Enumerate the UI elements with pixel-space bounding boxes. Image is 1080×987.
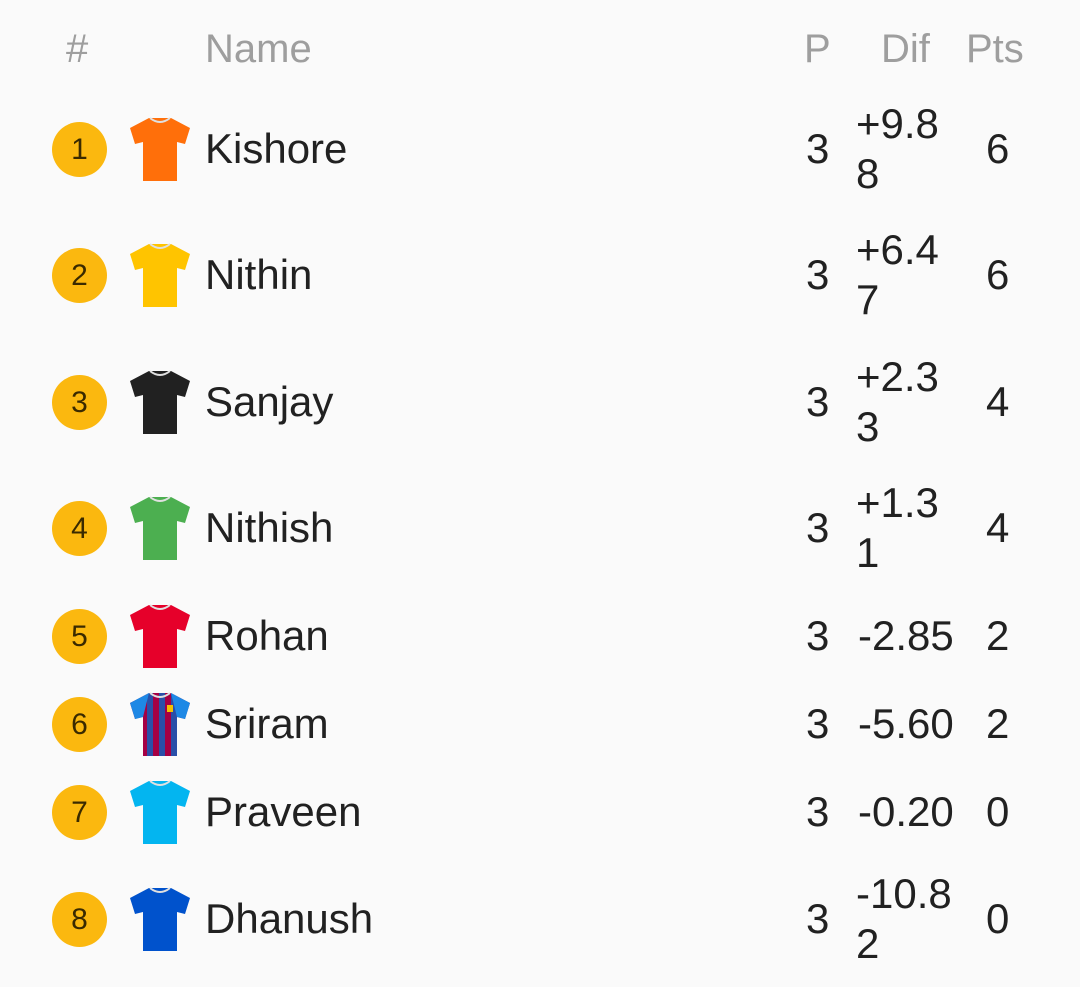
rank-badge: 1 [52, 122, 107, 177]
points: 2 [986, 612, 1010, 659]
played-count: 3 [806, 504, 830, 551]
score-difference: -2.85 [858, 612, 954, 659]
header-difference: Dif [881, 27, 930, 71]
score-difference: -0.20 [858, 788, 954, 835]
points: 0 [986, 788, 1010, 835]
points: 6 [986, 251, 1010, 298]
played-count: 3 [806, 378, 830, 425]
played-count: 3 [806, 125, 830, 172]
score-difference: +2.33 [856, 353, 939, 450]
played-count: 3 [806, 895, 830, 942]
standings-row[interactable]: 3 Sanjay 3 +2.33 4 [0, 342, 1080, 462]
score-difference: +9.88 [856, 100, 939, 197]
green-jersey-icon [129, 495, 191, 561]
header-played: P [804, 27, 831, 71]
rank-badge: 3 [52, 375, 107, 430]
black-jersey-icon [129, 369, 191, 435]
points: 2 [986, 700, 1010, 747]
standings-row[interactable]: 4 Nithish 3 +1.31 4 [0, 468, 1080, 588]
player-name: Sanjay [205, 378, 334, 425]
played-count: 3 [806, 251, 830, 298]
group-title-partial [460, 0, 630, 4]
rank-badge: 5 [52, 609, 107, 664]
points: 0 [986, 895, 1010, 942]
blue-jersey-icon [129, 886, 191, 952]
points: 4 [986, 378, 1010, 425]
rank-badge: 8 [52, 892, 107, 947]
header-points: Pts [966, 27, 1024, 71]
played-count: 3 [806, 788, 830, 835]
player-name: Nithish [205, 504, 334, 551]
standings-row[interactable]: 2 Nithin 3 +6.47 6 [0, 215, 1080, 335]
barcelona-jersey-icon [129, 691, 191, 757]
rank-badge: 2 [52, 248, 107, 303]
standings-row[interactable]: 8 Dhanush 3 -10.82 0 [0, 859, 1080, 979]
rank-badge: 7 [52, 785, 107, 840]
sky-blue-jersey-icon [129, 779, 191, 845]
yellow-jersey-icon [129, 242, 191, 308]
rank-badge: 4 [52, 501, 107, 556]
player-name: Sriram [205, 700, 329, 747]
points: 6 [986, 125, 1010, 172]
player-name: Dhanush [205, 895, 374, 942]
score-difference: +1.31 [856, 479, 939, 576]
player-name: Praveen [205, 788, 362, 835]
header-rank: # [66, 27, 89, 71]
standings-row[interactable]: 1 Kishore 3 +9.88 6 [0, 89, 1080, 209]
played-count: 3 [806, 612, 830, 659]
red-jersey-icon [129, 603, 191, 669]
header-name: Name [205, 27, 312, 71]
played-count: 3 [806, 700, 830, 747]
player-name: Kishore [205, 125, 348, 172]
rank-badge: 6 [52, 697, 107, 752]
score-difference: -5.60 [858, 700, 954, 747]
player-name: Nithin [205, 251, 313, 298]
player-name: Rohan [205, 612, 329, 659]
orange-jersey-icon [129, 116, 191, 182]
points: 4 [986, 504, 1010, 551]
standings-row[interactable]: 7 Praveen 3 -0.20 0 [0, 752, 1080, 872]
score-difference: -10.82 [856, 870, 952, 967]
score-difference: +6.47 [856, 226, 939, 323]
